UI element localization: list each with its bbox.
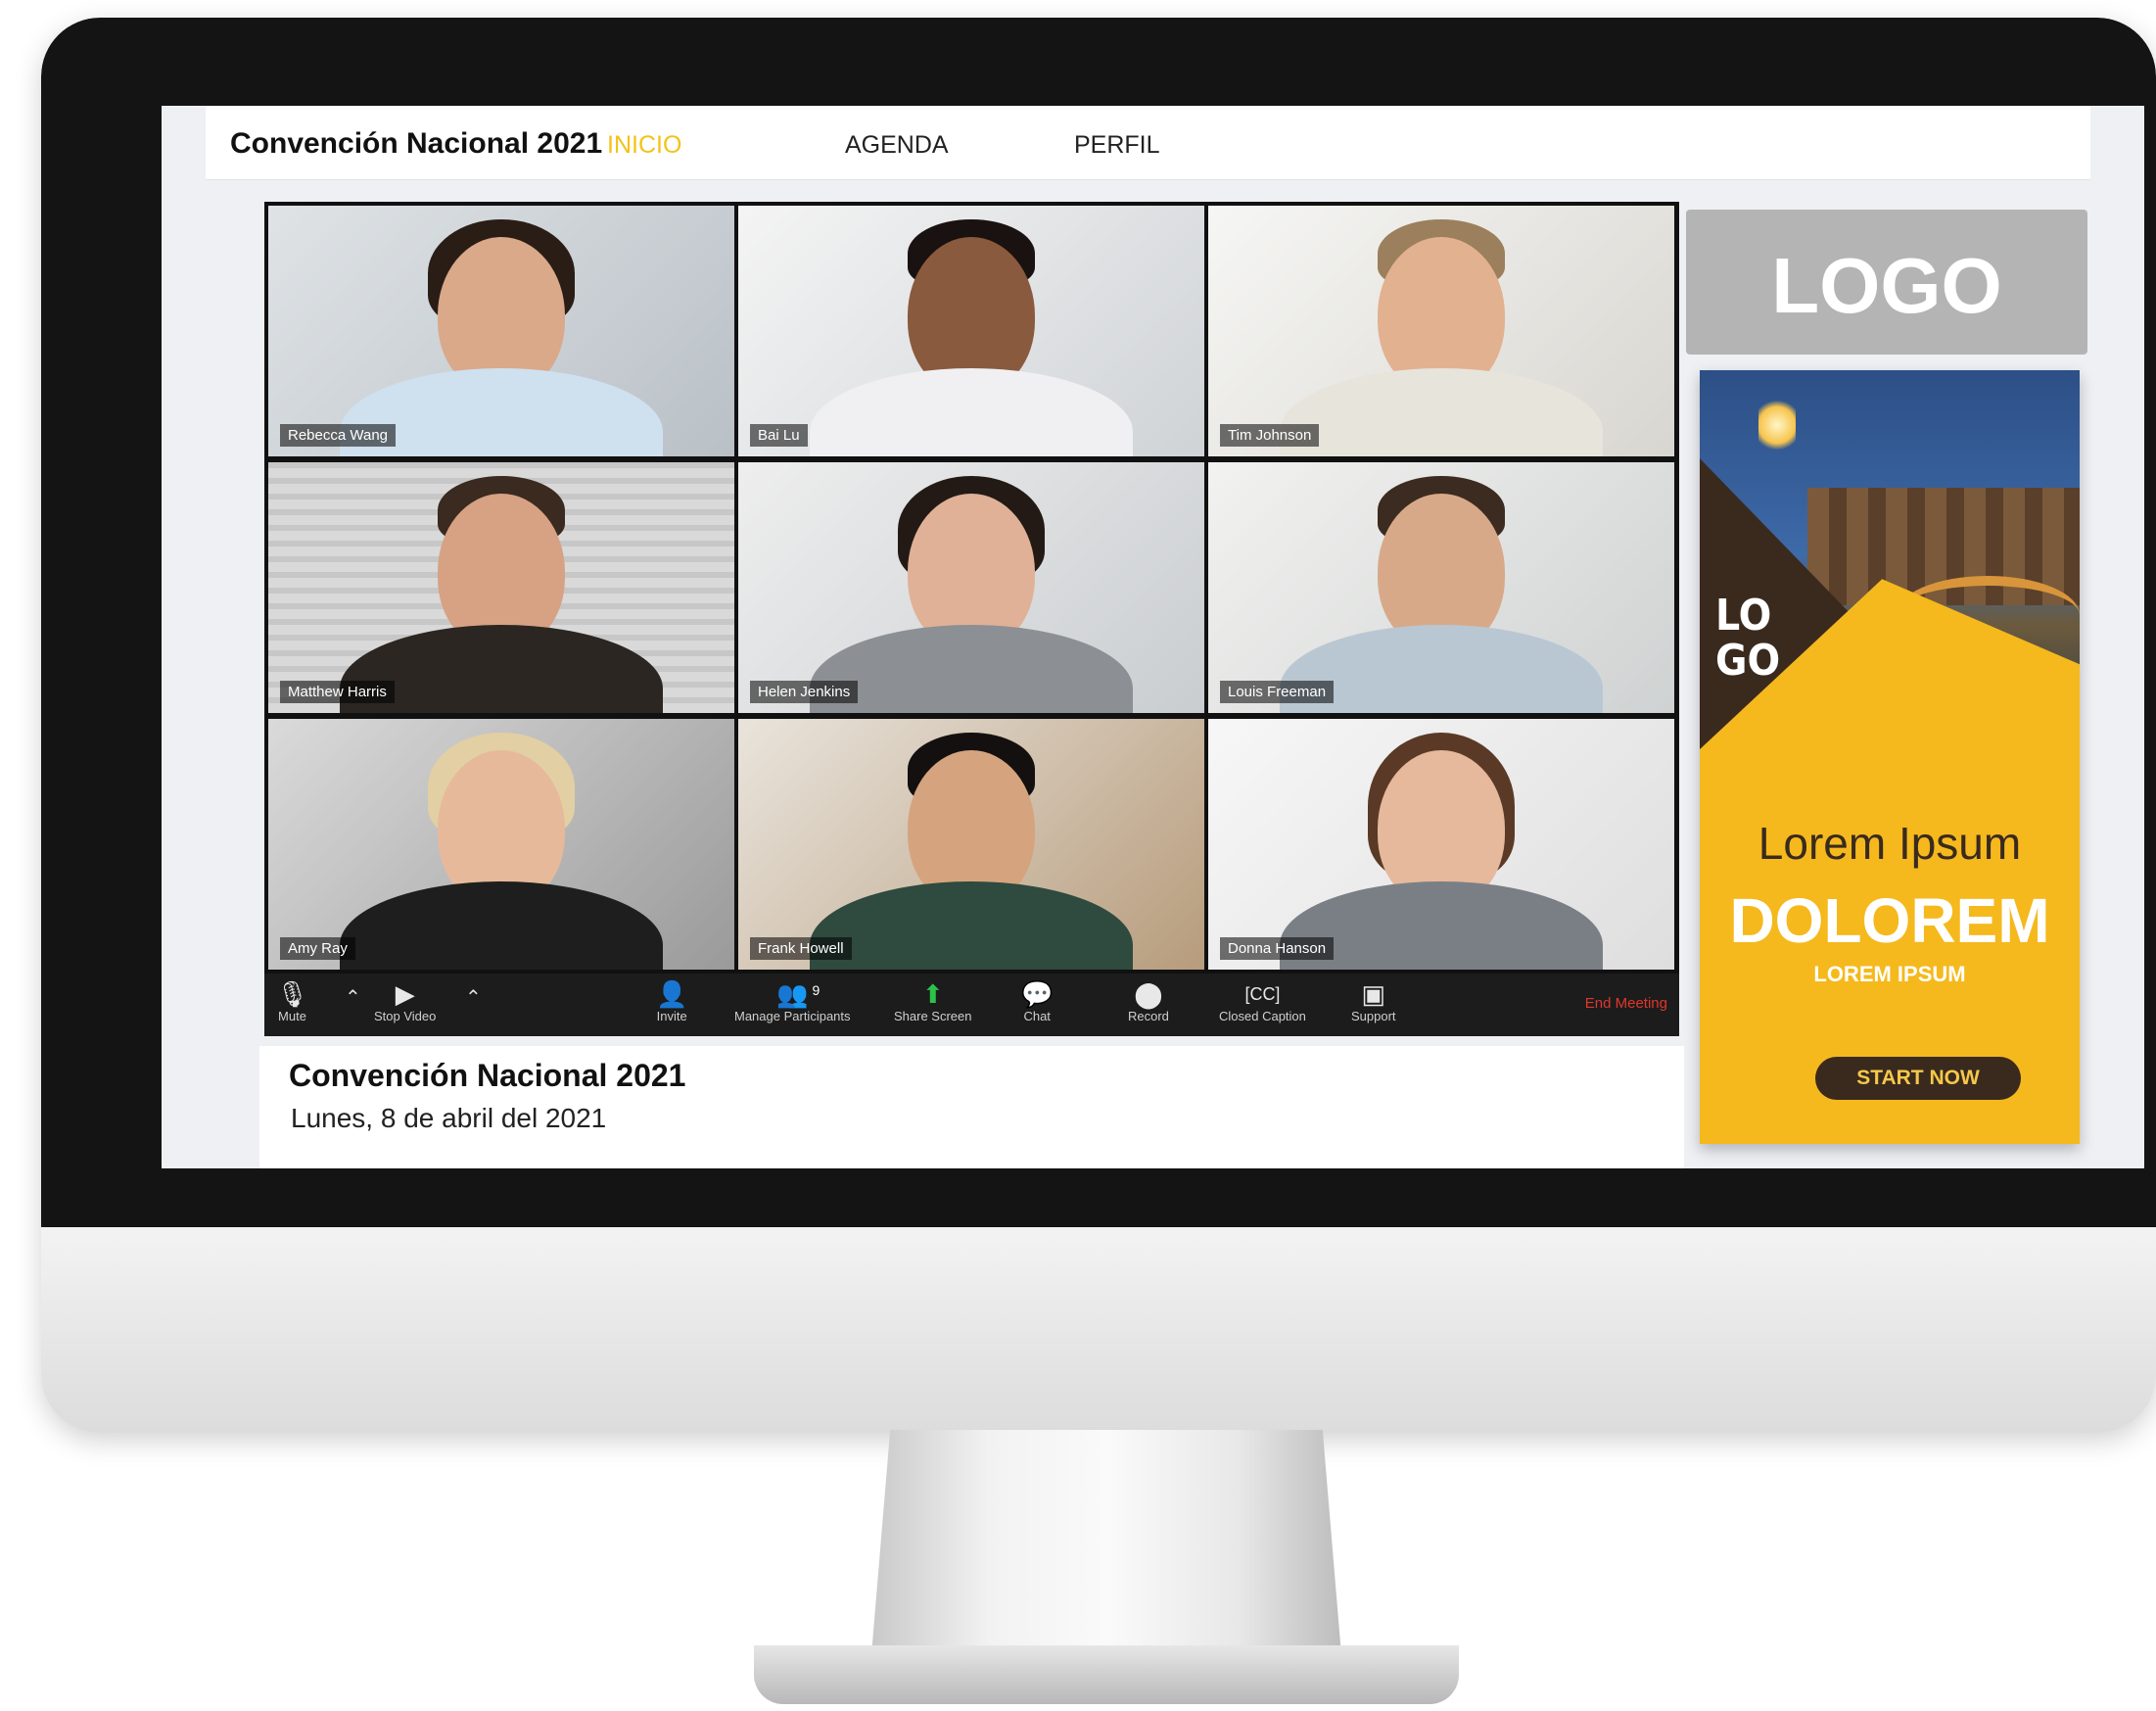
participant-name: Donna Hanson <box>1220 937 1335 960</box>
banner-subtitle: LOREM IPSUM <box>1813 962 1966 986</box>
top-nav: Convención Nacional 2021 INICIO AGENDA P… <box>206 106 2090 180</box>
participant-name: Amy Ray <box>280 937 355 960</box>
record-button[interactable]: ⬤ Record <box>1128 979 1169 1023</box>
stop-video-button[interactable]: ▶ Stop Video <box>374 979 436 1023</box>
participant-torso <box>340 881 663 970</box>
event-info: Convención Nacional 2021 Lunes, 8 de abr… <box>259 1046 1684 1168</box>
invite-label: Invite <box>656 1009 687 1023</box>
support-label: Support <box>1351 1009 1396 1023</box>
video-tile[interactable]: Matthew Harris <box>268 462 734 713</box>
microphone-icon: 🎙 <box>276 979 309 1009</box>
event-title: Convención Nacional 2021 <box>289 1058 686 1093</box>
chat-label: Chat <box>1023 1009 1051 1023</box>
participant-name: Helen Jenkins <box>750 681 859 703</box>
share-screen-label: Share Screen <box>894 1009 972 1023</box>
participant-torso <box>1280 368 1603 456</box>
record-icon: ⬤ <box>1134 979 1163 1009</box>
closed-caption-icon: [CC] <box>1244 984 1281 1004</box>
video-camera-icon: ▶ <box>395 979 415 1009</box>
nav-link-inicio[interactable]: INICIO <box>607 131 681 160</box>
video-tile[interactable]: Helen Jenkins <box>738 462 1204 713</box>
invite-button[interactable]: 👤 Invite <box>656 979 687 1023</box>
video-tile[interactable]: Bai Lu <box>738 206 1204 456</box>
video-tile[interactable]: Rebecca Wang <box>268 206 734 456</box>
mute-button[interactable]: 🎙 Mute <box>276 979 308 1023</box>
chat-button[interactable]: 💬 Chat <box>1021 979 1053 1023</box>
support-button[interactable]: ▣ Support <box>1351 979 1396 1023</box>
participant-torso <box>810 625 1133 713</box>
add-person-icon: 👤 <box>656 979 688 1009</box>
monitor-stand-base <box>754 1645 1459 1704</box>
mute-label: Mute <box>278 1009 306 1023</box>
manage-participants-label: Manage Participants <box>734 1009 851 1023</box>
banner-title: DOLOREM <box>1729 885 2050 956</box>
participant-name: Matthew Harris <box>280 681 395 703</box>
end-meeting-button[interactable]: End Meeting <box>1585 995 1667 1012</box>
participants-icon: 👥 9 <box>774 979 820 1009</box>
monitor-frame: Convención Nacional 2021 INICIO AGENDA P… <box>41 18 2156 1433</box>
video-conference: Rebecca Wang Bai Lu Tim Johnson Matthew … <box>264 202 1679 1036</box>
banner-headline: Lorem Ipsum <box>1758 818 2022 869</box>
banner-logo-line1: LO <box>1715 591 1772 641</box>
audio-options-caret-icon[interactable]: ⌃ <box>345 985 361 1010</box>
banner-logo-line2: GO <box>1715 636 1781 686</box>
site-title: Convención Nacional 2021 <box>230 127 603 160</box>
meeting-toolbar: 🎙 Mute ⌃ ▶ Stop Video ⌃ 👤 Invite 👥 9 Man… <box>264 974 1679 1036</box>
sponsor-logo: LOGO <box>1686 210 2087 355</box>
video-tile[interactable]: Donna Hanson <box>1208 719 1674 970</box>
video-tile[interactable]: Tim Johnson <box>1208 206 1674 456</box>
participant-torso <box>810 368 1133 456</box>
stop-video-label: Stop Video <box>374 1009 437 1023</box>
participant-torso <box>810 881 1133 970</box>
street-lamp-image <box>1758 398 1796 452</box>
share-screen-icon: ⬆ <box>921 979 944 1009</box>
closed-caption-button[interactable]: [CC] Closed Caption <box>1219 979 1306 1023</box>
participant-name: Louis Freeman <box>1220 681 1335 703</box>
sponsor-logo-text: LOGO <box>1771 242 2002 329</box>
monitor-chin <box>41 1227 2156 1433</box>
nav-link-perfil[interactable]: PERFIL <box>1074 131 1160 160</box>
video-tile[interactable]: Louis Freeman <box>1208 462 1674 713</box>
ad-banner[interactable]: LO GO Lorem Ipsum DOLOREM LOREM IPSUM ST… <box>1700 370 2080 1144</box>
video-tile[interactable]: Frank Howell <box>738 719 1204 970</box>
closed-caption-label: Closed Caption <box>1219 1009 1306 1023</box>
start-now-button[interactable]: START NOW <box>1815 1057 2021 1100</box>
participant-name: Frank Howell <box>750 937 852 960</box>
record-label: Record <box>1128 1009 1169 1023</box>
chat-bubble-icon: 💬 <box>1021 979 1054 1009</box>
nav-link-agenda[interactable]: AGENDA <box>845 131 949 160</box>
manage-participants-button[interactable]: 👥 9 Manage Participants <box>734 979 851 1023</box>
event-date: Lunes, 8 de abril del 2021 <box>291 1103 607 1133</box>
monitor-stand <box>871 1430 1341 1655</box>
video-options-caret-icon[interactable]: ⌃ <box>465 985 482 1010</box>
support-icon: ▣ <box>1361 979 1386 1009</box>
monitor-bezel: Convención Nacional 2021 INICIO AGENDA P… <box>41 18 2156 1227</box>
participant-name: Rebecca Wang <box>280 424 396 447</box>
participant-name: Tim Johnson <box>1220 424 1320 447</box>
participant-count: 9 <box>812 982 820 998</box>
share-screen-button[interactable]: ⬆ Share Screen <box>894 979 972 1023</box>
banner-logo: LO GO <box>1715 594 1780 684</box>
screen: Convención Nacional 2021 INICIO AGENDA P… <box>162 106 2144 1168</box>
video-tile[interactable]: Amy Ray <box>268 719 734 970</box>
participant-name: Bai Lu <box>750 424 808 447</box>
